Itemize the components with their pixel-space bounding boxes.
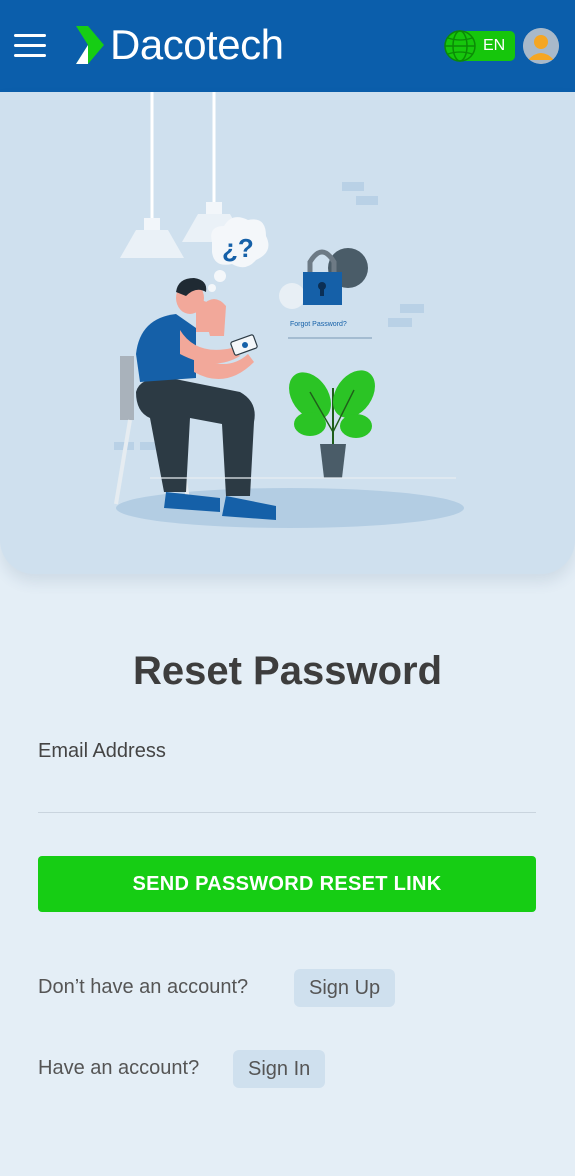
hero-illustration-panel: Forgot Password? ¿? bbox=[0, 92, 575, 574]
thought-bubble-text: ¿? bbox=[222, 233, 254, 263]
user-avatar-icon[interactable] bbox=[523, 28, 559, 64]
brand-name: Dacotech bbox=[110, 21, 284, 68]
forgot-password-caption: Forgot Password? bbox=[290, 321, 347, 328]
sign-in-button[interactable]: Sign In bbox=[233, 1050, 326, 1088]
page-title: Reset Password bbox=[132, 649, 443, 693]
brand-logo[interactable]: Dacotech bbox=[76, 21, 284, 68]
sign-up-button[interactable]: Sign Up bbox=[294, 969, 396, 1007]
globe-icon bbox=[444, 30, 476, 62]
language-code: EN bbox=[483, 37, 506, 54]
signin-prompt: Have an account? bbox=[38, 1057, 200, 1079]
language-switcher[interactable]: EN bbox=[443, 29, 515, 63]
email-field[interactable] bbox=[38, 770, 536, 813]
signup-prompt: Don’t have an account? bbox=[38, 976, 249, 998]
forgot-password-illustration: Forgot Password? ¿? bbox=[114, 92, 464, 528]
email-label: Email Address bbox=[38, 740, 166, 762]
logo-mark-icon bbox=[76, 26, 104, 64]
top-app-bar: Dacotech EN bbox=[0, 0, 575, 92]
send-reset-link-button[interactable]: SEND PASSWORD RESET LINK bbox=[38, 856, 536, 912]
hamburger-menu-icon[interactable] bbox=[14, 32, 48, 60]
